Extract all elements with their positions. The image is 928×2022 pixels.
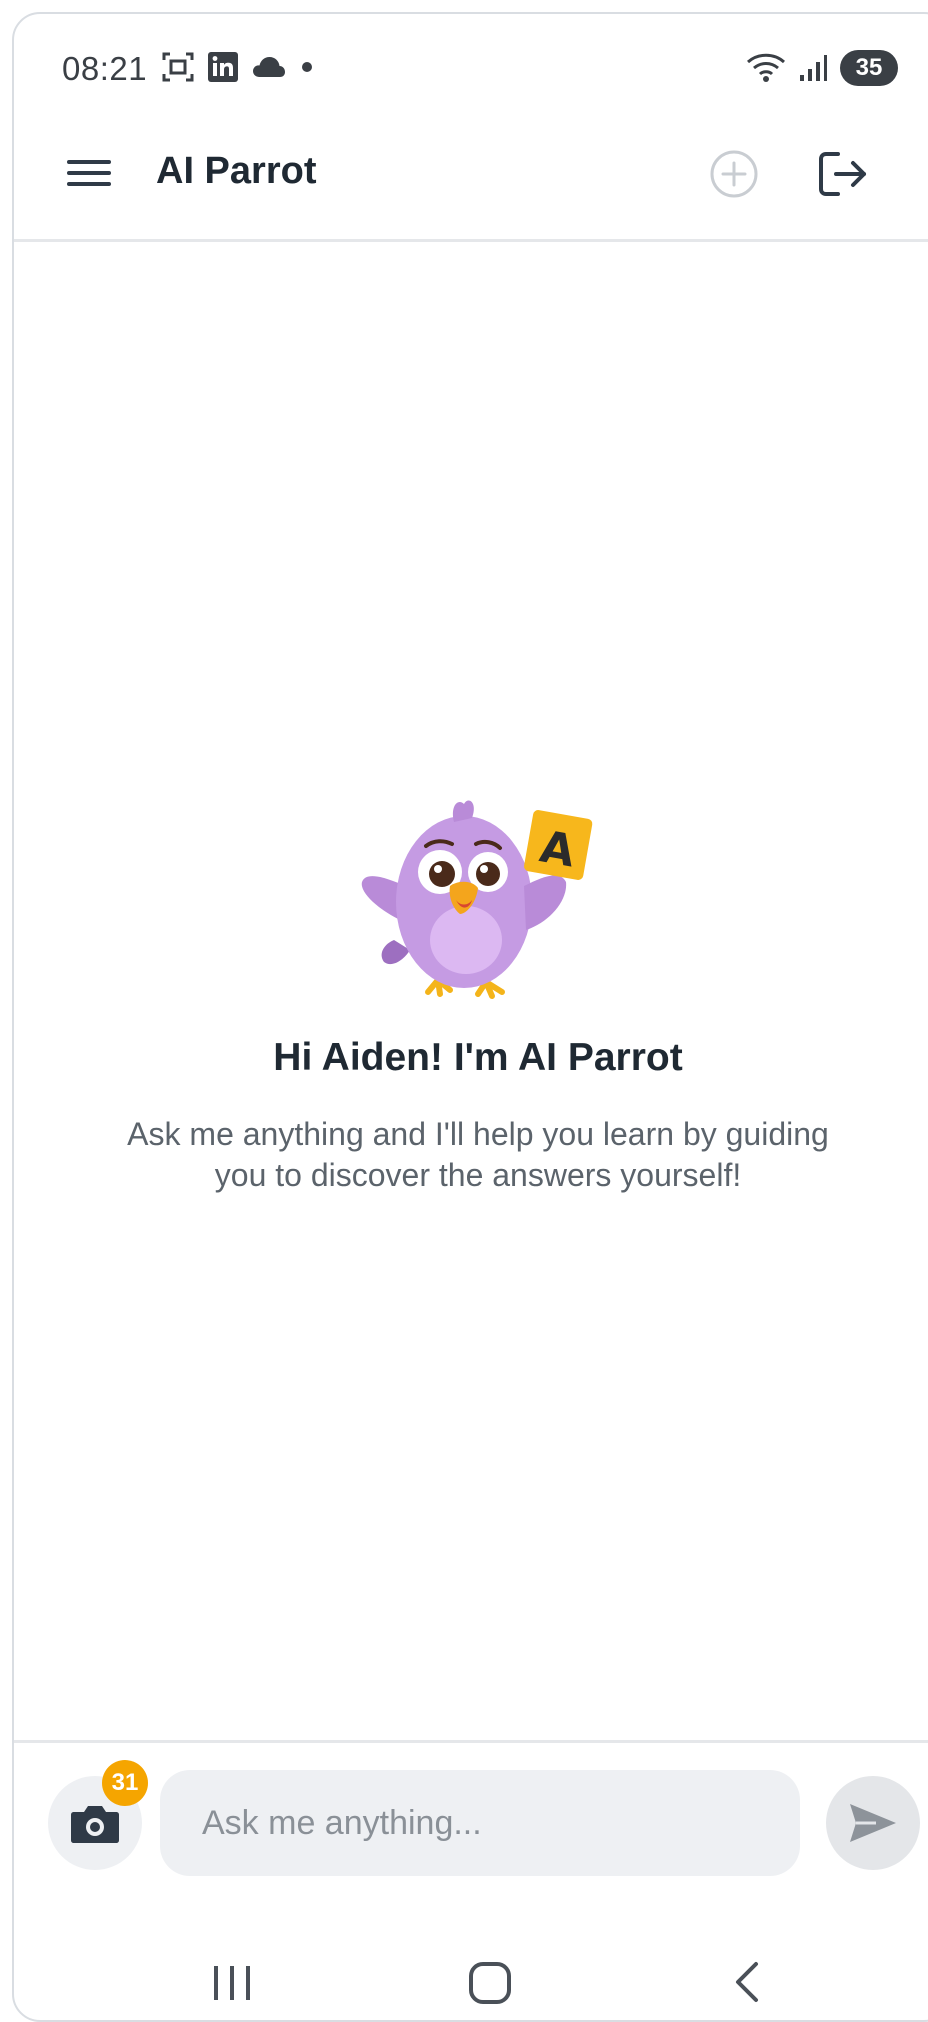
- signal-icon: [800, 55, 827, 81]
- welcome-title: Hi Aiden! I'm AI Parrot: [273, 1036, 683, 1079]
- cloud-icon: [253, 57, 285, 77]
- status-time: 08:21: [62, 50, 148, 87]
- wifi-icon: [746, 53, 786, 82]
- recent-apps-button[interactable]: [192, 1954, 272, 2010]
- more-notifications-dot-icon: [302, 62, 312, 72]
- linkedin-icon: [208, 52, 238, 82]
- screenshot-icon: [162, 52, 194, 82]
- send-icon: [850, 1804, 896, 1842]
- logout-icon: [819, 152, 866, 196]
- camera-icon: [71, 1806, 119, 1843]
- status-bar: 08:21 35: [14, 14, 928, 104]
- parrot-mascot-illustration: A: [361, 800, 593, 999]
- add-circle-icon: [710, 150, 758, 198]
- logout-button[interactable]: [814, 146, 872, 202]
- battery-indicator: 35: [840, 50, 898, 86]
- menu-icon: [67, 160, 111, 186]
- new-chat-button[interactable]: [706, 146, 762, 202]
- welcome-subtitle: Ask me anything and I'll help you learn …: [127, 1116, 829, 1193]
- status-system: 35: [746, 50, 898, 86]
- status-notifications: [162, 52, 314, 82]
- phone-screen: 08:21 35 AI Parrot A Hi Aiden! I'm AI Pa…: [12, 12, 928, 2022]
- app-bar: AI Parrot: [14, 110, 928, 242]
- composer-divider: [14, 1740, 928, 1743]
- home-icon: [469, 1962, 511, 2004]
- menu-button[interactable]: [64, 148, 114, 198]
- home-button[interactable]: [450, 1954, 530, 2010]
- recent-apps-icon: [214, 1966, 250, 2000]
- back-button[interactable]: [708, 1954, 788, 2010]
- send-button[interactable]: [826, 1776, 920, 1870]
- system-nav-bar: [14, 1954, 928, 2020]
- back-icon: [736, 1962, 758, 2002]
- message-input[interactable]: [160, 1770, 800, 1876]
- camera-count-badge: 31: [102, 1760, 148, 1806]
- app-title: AI Parrot: [156, 150, 317, 192]
